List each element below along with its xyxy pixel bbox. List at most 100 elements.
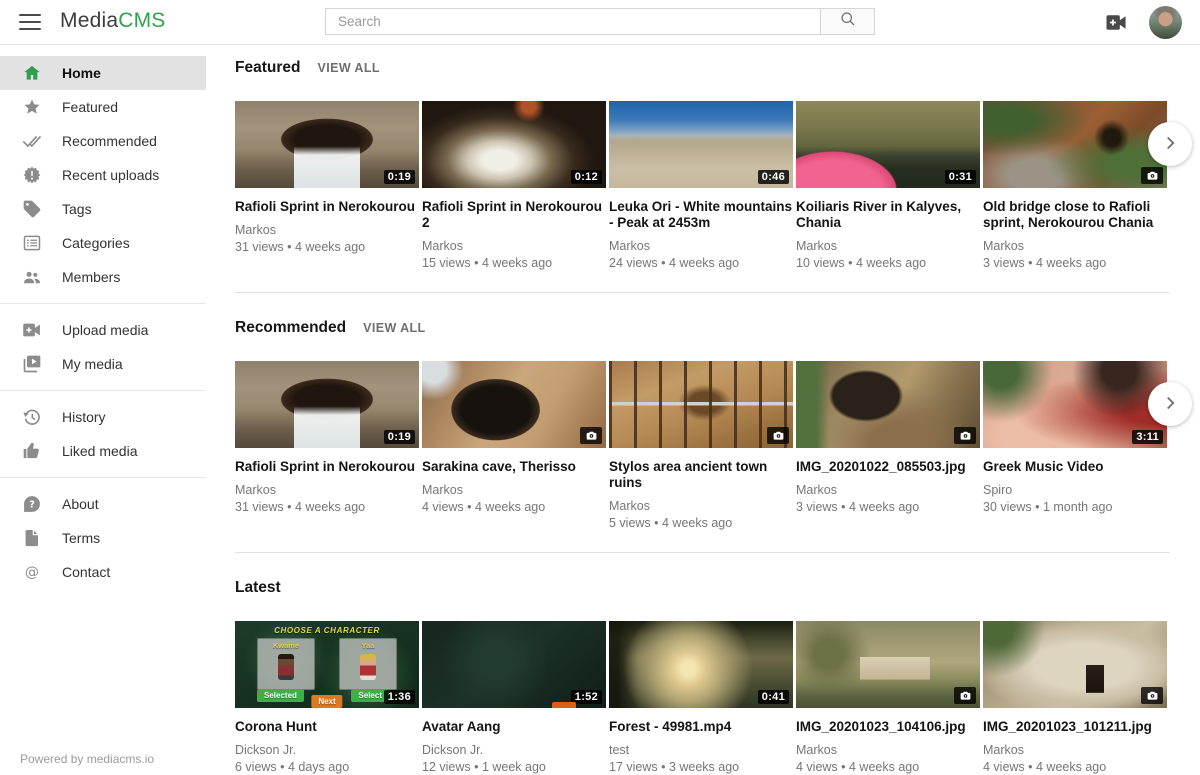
sidebar-divider bbox=[0, 477, 206, 478]
sidebar-item-about[interactable]: ?About bbox=[0, 487, 206, 521]
media-thumbnail[interactable] bbox=[422, 361, 606, 448]
media-card[interactable]: 0:41Forest - 49981.mp4test17 views • 3 w… bbox=[609, 621, 793, 774]
menu-icon[interactable] bbox=[19, 13, 41, 31]
media-thumbnail[interactable] bbox=[609, 361, 793, 448]
upload-media-icon[interactable] bbox=[1105, 12, 1128, 33]
user-avatar[interactable] bbox=[1149, 6, 1182, 39]
sidebar-item-label: Members bbox=[62, 269, 120, 285]
media-card[interactable]: 0:31 Koiliaris River in Kalyves, Chania Ma… bbox=[796, 101, 980, 270]
media-author[interactable]: Dickson Jr. bbox=[235, 743, 419, 757]
section-title: Latest bbox=[235, 579, 281, 597]
media-card[interactable]: IMG_20201022_085503.jpg Markos 3 views • 4… bbox=[796, 361, 980, 530]
sidebar-item-featured[interactable]: Featured bbox=[0, 90, 206, 124]
media-card[interactable]: 0:19Rafioli Sprint in NerokourouMarkos31… bbox=[235, 101, 419, 270]
media-thumbnail[interactable]: 1:52 bbox=[422, 621, 606, 708]
media-thumbnail[interactable]: 0:19 bbox=[235, 361, 419, 448]
media-title[interactable]: Rafioli Sprint in Nerokourou bbox=[235, 459, 419, 475]
media-card[interactable]: 0:12 Rafioli Sprint in Nerokourou 2 Markos… bbox=[422, 101, 606, 270]
media-title[interactable]: Leuka Ori - White mountains - Peak at 24… bbox=[609, 199, 793, 231]
double-check-icon bbox=[22, 131, 42, 151]
sidebar-item-recent-uploads[interactable]: Recent uploads bbox=[0, 158, 206, 192]
sidebar-item-terms[interactable]: Terms bbox=[0, 521, 206, 555]
media-author[interactable]: Markos bbox=[796, 483, 980, 497]
game-overlay-button: Selected bbox=[257, 689, 304, 702]
media-meta: 31 views • 4 weeks ago bbox=[235, 500, 419, 514]
media-thumbnail[interactable]: 0:41 bbox=[609, 621, 793, 708]
sidebar-item-contact[interactable]: @Contact bbox=[0, 555, 206, 589]
media-title[interactable]: Sarakina cave, Therisso bbox=[422, 459, 606, 475]
media-author[interactable]: Markos bbox=[422, 239, 606, 253]
media-author[interactable]: Markos bbox=[235, 483, 419, 497]
media-thumbnail[interactable]: 0:12 bbox=[422, 101, 606, 188]
media-title[interactable]: Rafioli Sprint in Nerokourou 2 bbox=[422, 199, 606, 231]
media-author[interactable]: Markos bbox=[235, 223, 419, 237]
media-card[interactable]: IMG_20201023_104106.jpgMarkos4 views • 4… bbox=[796, 621, 980, 774]
media-meta: 3 views • 4 weeks ago bbox=[796, 500, 980, 514]
media-card[interactable]: 0:46 Leuka Ori - White mountains - Peak a… bbox=[609, 101, 793, 270]
media-title[interactable]: Koiliaris River in Kalyves, Chania bbox=[796, 199, 980, 231]
view-all-link[interactable]: VIEW ALL bbox=[363, 321, 425, 335]
cards-list: 0:19Rafioli Sprint in NerokourouMarkos31… bbox=[235, 101, 1170, 270]
media-title[interactable]: Old bridge close to Rafioli sprint, Nero… bbox=[983, 199, 1167, 231]
sidebar-item-history[interactable]: History bbox=[0, 400, 206, 434]
search-input[interactable] bbox=[325, 8, 820, 35]
media-thumbnail[interactable]: 0:19 bbox=[235, 101, 419, 188]
app-logo[interactable]: MediaCMS bbox=[60, 9, 165, 33]
thumb-up-icon bbox=[22, 441, 42, 461]
sidebar-item-members[interactable]: Members bbox=[0, 260, 206, 294]
media-card[interactable]: Sarakina cave, TherissoMarkos4 views • 4… bbox=[422, 361, 606, 530]
view-all-link[interactable]: VIEW ALL bbox=[317, 61, 379, 75]
media-thumbnail[interactable]: CHOOSE A CHARACTERKwameYaaSelectedNextSe… bbox=[235, 621, 419, 708]
camera-icon bbox=[1141, 167, 1163, 184]
media-card[interactable]: 1:52Avatar AangDickson Jr.12 views • 1 w… bbox=[422, 621, 606, 774]
media-thumbnail[interactable] bbox=[796, 621, 980, 708]
media-title[interactable]: Greek Music Video bbox=[983, 459, 1167, 475]
media-thumbnail[interactable]: 0:46 bbox=[609, 101, 793, 188]
media-author[interactable]: test bbox=[609, 743, 793, 757]
section-title: Featured bbox=[235, 59, 300, 77]
sidebar-item-my-media[interactable]: My media bbox=[0, 347, 206, 381]
media-thumbnail[interactable]: 3:11 bbox=[983, 361, 1167, 448]
media-card[interactable]: CHOOSE A CHARACTERKwameYaaSelectedNextSe… bbox=[235, 621, 419, 774]
media-author[interactable]: Markos bbox=[609, 499, 793, 513]
media-author[interactable]: Markos bbox=[983, 239, 1167, 253]
section-divider bbox=[235, 552, 1170, 553]
media-title[interactable]: Forest - 49981.mp4 bbox=[609, 719, 793, 735]
media-card[interactable]: IMG_20201023_101211.jpgMarkos4 views • 4… bbox=[983, 621, 1167, 774]
sidebar-item-tags[interactable]: Tags bbox=[0, 192, 206, 226]
media-title[interactable]: Corona Hunt bbox=[235, 719, 419, 735]
media-thumbnail[interactable] bbox=[796, 361, 980, 448]
home-icon bbox=[22, 63, 42, 83]
sidebar-item-upload-media[interactable]: Upload media bbox=[0, 313, 206, 347]
carousel-next-button[interactable] bbox=[1148, 382, 1192, 426]
media-author[interactable]: Spiro bbox=[983, 483, 1167, 497]
media-title[interactable]: Avatar Aang bbox=[422, 719, 606, 735]
sidebar-item-liked-media[interactable]: Liked media bbox=[0, 434, 206, 468]
media-card[interactable]: Stylos area ancient town ruinsMarkos5 vi… bbox=[609, 361, 793, 530]
search-button[interactable] bbox=[820, 8, 875, 35]
media-title[interactable]: IMG_20201022_085503.jpg bbox=[796, 459, 980, 475]
sidebar-item-home[interactable]: Home bbox=[0, 56, 206, 90]
media-author[interactable]: Markos bbox=[796, 239, 980, 253]
media-title[interactable]: IMG_20201023_104106.jpg bbox=[796, 719, 980, 735]
carousel-next-button[interactable] bbox=[1148, 122, 1192, 166]
media-author[interactable]: Markos bbox=[796, 743, 980, 757]
media-card[interactable]: Old bridge close to Rafioli sprint, Nero… bbox=[983, 101, 1167, 270]
sidebar-item-categories[interactable]: Categories bbox=[0, 226, 206, 260]
media-card[interactable]: 3:11Greek Music VideoSpiro30 views • 1 m… bbox=[983, 361, 1167, 530]
document-icon bbox=[22, 528, 42, 548]
media-thumbnail[interactable]: 0:31 bbox=[796, 101, 980, 188]
sidebar-item-recommended[interactable]: Recommended bbox=[0, 124, 206, 158]
media-author[interactable]: Markos bbox=[422, 483, 606, 497]
media-thumbnail[interactable] bbox=[983, 621, 1167, 708]
media-author[interactable]: Dickson Jr. bbox=[422, 743, 606, 757]
media-title[interactable]: IMG_20201023_101211.jpg bbox=[983, 719, 1167, 735]
section-recommended: RecommendedVIEW ALL0:19Rafioli Sprint in… bbox=[235, 319, 1170, 553]
media-title[interactable]: Stylos area ancient town ruins bbox=[609, 459, 793, 491]
media-card[interactable]: 0:19 Rafioli Sprint in Nerokourou Markos 31… bbox=[235, 361, 419, 530]
media-author[interactable]: Markos bbox=[983, 743, 1167, 757]
duration-badge: 0:31 bbox=[945, 170, 976, 184]
media-title[interactable]: Rafioli Sprint in Nerokourou bbox=[235, 199, 419, 215]
media-author[interactable]: Markos bbox=[609, 239, 793, 253]
media-thumbnail[interactable] bbox=[983, 101, 1167, 188]
